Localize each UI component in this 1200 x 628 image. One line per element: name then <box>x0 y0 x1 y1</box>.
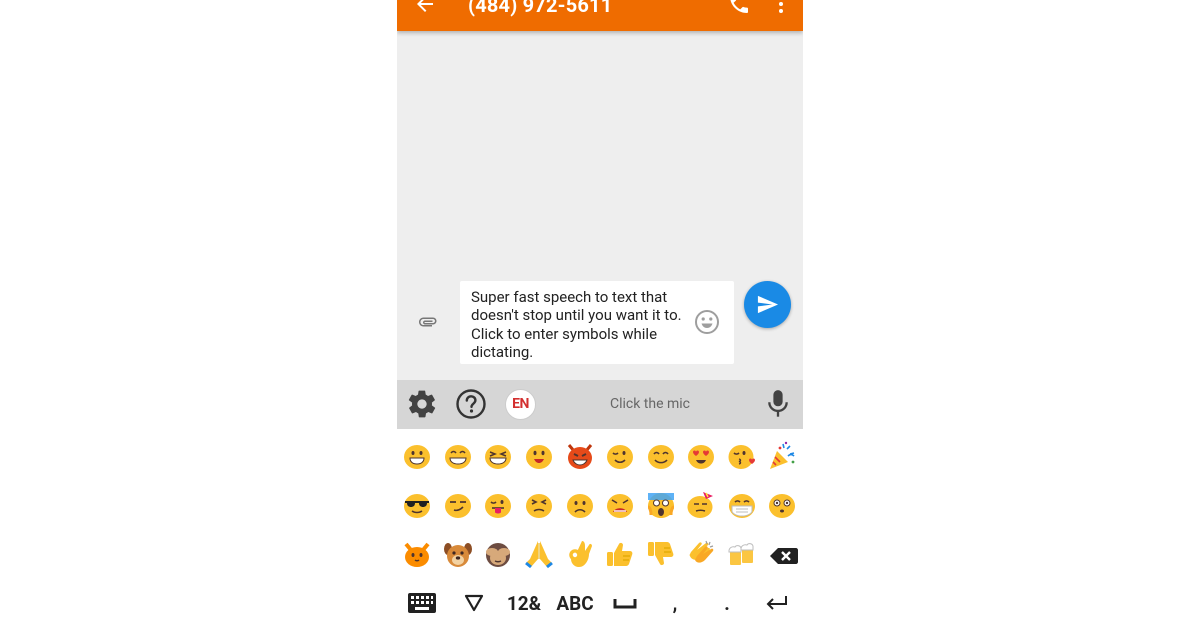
voice-input-bar: EN Click the mic <box>397 380 803 429</box>
help-icon[interactable] <box>455 388 487 420</box>
enter-icon[interactable] <box>765 594 789 612</box>
imp-emoji-icon[interactable] <box>564 440 596 472</box>
beer-emoji-icon[interactable] <box>726 538 758 570</box>
send-icon <box>757 295 779 314</box>
see-no-evil-monkey-emoji-icon[interactable] <box>482 538 514 570</box>
scream-emoji-icon[interactable] <box>645 489 677 521</box>
sick-emoji-icon[interactable] <box>685 489 717 521</box>
sunglasses-emoji-icon[interactable] <box>401 489 433 521</box>
smiley-icon[interactable] <box>693 308 721 336</box>
laughing-emoji-icon[interactable] <box>482 440 514 472</box>
gear-icon[interactable] <box>406 388 438 420</box>
compose-area: Super fast speech to text that doesn't s… <box>397 280 803 380</box>
mask-emoji-icon[interactable] <box>726 489 758 521</box>
phone-icon[interactable] <box>727 0 751 16</box>
cat-emoji-icon[interactable] <box>401 538 433 570</box>
paperclip-icon[interactable] <box>416 310 440 334</box>
period-key[interactable]: . <box>717 592 737 616</box>
keyboard-bottom-row: 12& ABC , . <box>397 579 803 628</box>
message-input[interactable]: Super fast speech to text that doesn't s… <box>460 281 734 364</box>
heart-eyes-emoji-icon[interactable] <box>685 440 717 472</box>
ok-hand-emoji-icon[interactable] <box>564 538 596 570</box>
send-button[interactable] <box>744 281 791 328</box>
letters-key[interactable]: ABC <box>551 592 599 616</box>
smirk-emoji-icon[interactable] <box>442 489 474 521</box>
persevere-emoji-icon[interactable] <box>523 489 555 521</box>
tired-emoji-icon[interactable] <box>604 489 636 521</box>
tongue-emoji-icon[interactable] <box>482 489 514 521</box>
kissing-heart-emoji-icon[interactable] <box>726 440 758 472</box>
thumbs-up-emoji-icon[interactable] <box>604 538 636 570</box>
conversation-title: (484) 972-5611 <box>468 0 613 17</box>
thumbs-down-emoji-icon[interactable] <box>645 538 677 570</box>
emoji-grid <box>397 429 803 579</box>
mic-icon[interactable] <box>764 389 792 419</box>
clap-emoji-icon[interactable] <box>685 538 717 570</box>
phone-screen: (484) 972-5611 Super fast speech to text… <box>397 0 803 628</box>
grinning-emoji-icon[interactable] <box>401 440 433 472</box>
space-icon[interactable] <box>613 597 637 609</box>
wink-emoji-icon[interactable] <box>604 440 636 472</box>
smiley-emoji-icon[interactable] <box>523 440 555 472</box>
pray-emoji-icon[interactable] <box>523 538 555 570</box>
more-vert-icon[interactable] <box>769 0 793 16</box>
numbers-key[interactable]: 12& <box>501 592 547 616</box>
blush-emoji-icon[interactable] <box>645 440 677 472</box>
message-text[interactable]: Super fast speech to text that doesn't s… <box>471 288 691 361</box>
mic-hint: Click the mic <box>609 396 690 412</box>
dog-emoji-icon[interactable] <box>442 538 474 570</box>
party-popper-emoji-icon[interactable] <box>766 440 798 472</box>
app-bar: (484) 972-5611 <box>397 0 803 31</box>
backspace-icon[interactable] <box>768 540 800 572</box>
message-thread <box>397 31 803 280</box>
arrow-back-icon[interactable] <box>413 0 437 16</box>
comma-key[interactable]: , <box>665 592 685 616</box>
language-label: EN <box>512 396 529 412</box>
flushed-emoji-icon[interactable] <box>766 489 798 521</box>
language-selector[interactable]: EN <box>505 389 536 420</box>
keyboard-icon[interactable] <box>407 592 437 614</box>
grin-emoji-icon[interactable] <box>442 440 474 472</box>
frown-emoji-icon[interactable] <box>564 489 596 521</box>
triangle-down-icon[interactable] <box>464 594 484 612</box>
